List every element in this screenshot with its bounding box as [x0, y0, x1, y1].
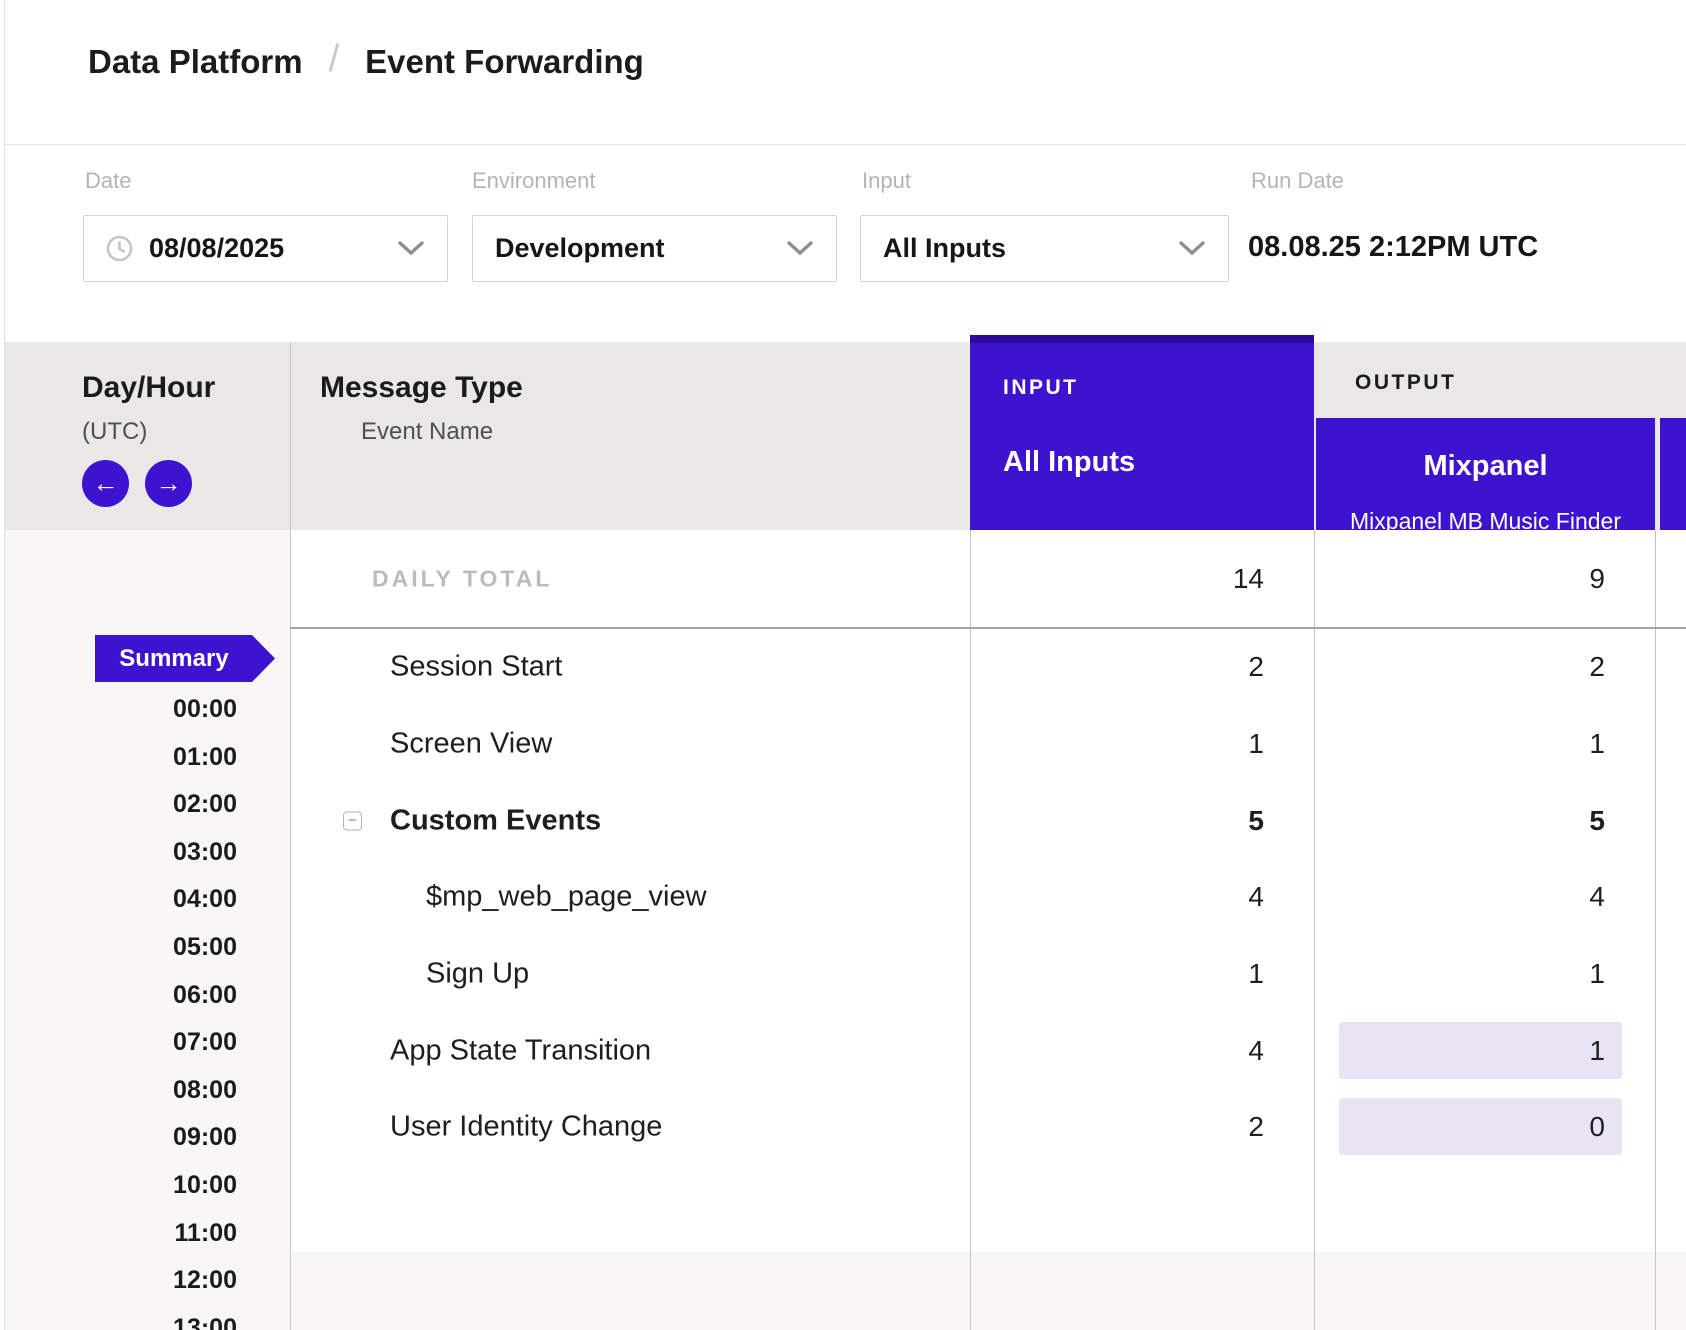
arrow-right-icon: →	[156, 468, 182, 499]
day-hour-header: Day/Hour	[82, 371, 215, 405]
chevron-down-icon	[397, 240, 425, 257]
input-count: 1	[1248, 958, 1264, 990]
highlighted-cell	[1339, 1022, 1622, 1079]
table-row: User Identity Change 2 0	[290, 1088, 1686, 1165]
breadcrumb: Data Platform / Event Forwarding	[88, 40, 644, 83]
event-name: User Identity Change	[390, 1110, 662, 1143]
hour-label[interactable]: 06:00	[0, 981, 237, 1010]
input-filter-label: Input	[862, 168, 911, 194]
daily-total-input: 14	[1233, 563, 1264, 595]
event-name: Screen View	[390, 727, 552, 760]
hour-label[interactable]: 07:00	[0, 1028, 237, 1057]
mixpanel-column-header[interactable]: Mixpanel Mixpanel MB Music Finder	[1316, 418, 1655, 530]
mixpanel-count: 4	[1589, 881, 1605, 913]
mixpanel-count: 2	[1589, 651, 1605, 683]
environment-filter-label: Environment	[472, 168, 596, 194]
clock-icon	[106, 235, 133, 262]
table-row: Session Start 2 2	[290, 628, 1686, 705]
mixpanel-count: 0	[1589, 1111, 1605, 1143]
event-forwarding-page: Data Platform / Event Forwarding Date 08…	[0, 0, 1686, 1330]
event-name-subtitle: Event Name	[361, 418, 493, 446]
message-type-header: Message Type	[320, 371, 523, 405]
page-left-border	[4, 0, 5, 1330]
breadcrumb-section[interactable]: Data Platform	[88, 43, 303, 81]
input-column-header[interactable]: INPUT All Inputs	[970, 335, 1314, 530]
hour-label[interactable]: 08:00	[0, 1076, 237, 1105]
input-count: 2	[1248, 651, 1264, 683]
day-hour-subtitle: (UTC)	[82, 418, 147, 446]
event-name: Session Start	[390, 650, 562, 683]
highlighted-cell	[1339, 1098, 1622, 1155]
environment-dropdown[interactable]: Development	[472, 215, 837, 282]
mixpanel-count: 5	[1589, 805, 1605, 837]
hour-label[interactable]: 02:00	[0, 790, 237, 819]
date-filter-label: Date	[85, 168, 131, 194]
output-section-label: OUTPUT	[1355, 371, 1456, 395]
page-title: Event Forwarding	[365, 43, 644, 81]
hour-label[interactable]: 13:00	[0, 1314, 237, 1330]
mixpanel-title: Mixpanel	[1316, 450, 1655, 483]
hour-label[interactable]: 04:00	[0, 885, 237, 914]
input-value: All Inputs	[883, 233, 1162, 264]
daily-total-row: DAILY TOTAL 14 9	[290, 530, 1686, 628]
input-count: 1	[1248, 728, 1264, 760]
input-count: 4	[1248, 881, 1264, 913]
mixpanel-count: 1	[1589, 1035, 1605, 1067]
hour-label[interactable]: 12:00	[0, 1266, 237, 1295]
input-count: 5	[1248, 805, 1264, 837]
hour-label[interactable]: 09:00	[0, 1123, 237, 1152]
event-name: Sign Up	[426, 957, 529, 990]
next-output-column-partial[interactable]	[1660, 418, 1686, 530]
hour-label[interactable]: 05:00	[0, 933, 237, 962]
input-dropdown[interactable]: All Inputs	[860, 215, 1229, 282]
hour-label[interactable]: 11:00	[0, 1219, 237, 1248]
input-column-kicker: INPUT	[1003, 376, 1079, 400]
previous-day-button[interactable]: ←	[82, 460, 129, 507]
input-column-title: All Inputs	[1003, 446, 1135, 479]
next-day-button[interactable]: →	[145, 460, 192, 507]
chevron-down-icon	[786, 240, 814, 257]
header-divider	[0, 144, 1686, 145]
table-row: − Custom Events 5 5	[290, 782, 1686, 859]
daily-total-mixpanel: 9	[1589, 563, 1605, 595]
mixpanel-count: 1	[1589, 728, 1605, 760]
table-row: $mp_web_page_view 4 4	[290, 858, 1686, 935]
environment-value: Development	[495, 233, 770, 264]
event-name: $mp_web_page_view	[426, 880, 707, 913]
hour-label[interactable]: 01:00	[0, 743, 237, 772]
collapse-icon[interactable]: −	[343, 811, 362, 830]
summary-row-marker[interactable]: Summary	[95, 635, 275, 682]
minus-icon: −	[348, 812, 357, 829]
table-row: App State Transition 4 1	[290, 1012, 1686, 1089]
hour-label[interactable]: 03:00	[0, 838, 237, 867]
event-name: App State Transition	[390, 1034, 651, 1067]
chevron-down-icon	[1178, 240, 1206, 257]
breadcrumb-separator-icon: /	[329, 38, 340, 81]
arrow-left-icon: ←	[93, 468, 119, 499]
hour-label[interactable]: 00:00	[0, 695, 237, 724]
event-name: Custom Events	[390, 804, 601, 837]
run-date-label: Run Date	[1251, 168, 1344, 194]
input-count: 4	[1248, 1035, 1264, 1067]
mixpanel-count: 1	[1589, 958, 1605, 990]
table-footer-background	[290, 1252, 1686, 1330]
table-row: Sign Up 1 1	[290, 935, 1686, 1012]
table-row: Screen View 1 1	[290, 705, 1686, 782]
run-date-value: 08.08.25 2:12PM UTC	[1248, 231, 1538, 264]
hour-label[interactable]: 10:00	[0, 1171, 237, 1200]
date-value: 08/08/2025	[149, 233, 381, 264]
daily-total-label: DAILY TOTAL	[372, 566, 552, 593]
date-dropdown[interactable]: 08/08/2025	[83, 215, 448, 282]
input-count: 2	[1248, 1111, 1264, 1143]
